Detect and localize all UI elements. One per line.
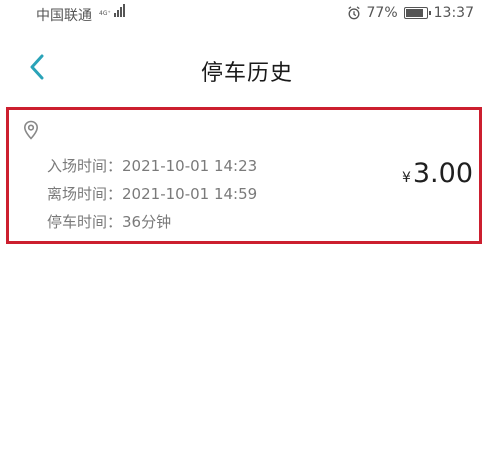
network-type-label: 4G⁺ <box>99 10 111 17</box>
exit-time-label: 离场时间： <box>47 185 123 203</box>
alarm-icon <box>347 6 360 20</box>
fee-amount: 3.00 <box>412 158 473 189</box>
exit-time-value: 2021-10-01 14:59 <box>122 185 258 203</box>
nav-header: 停车历史 <box>0 40 494 96</box>
status-bar: 中国联通 4G⁺ 77% 13:37 <box>0 0 494 28</box>
parking-record-card[interactable]: 入场时间：2021-10-01 14:23 离场时间：2021-10-01 14… <box>6 107 482 244</box>
currency-symbol: ¥ <box>401 170 411 186</box>
location-pin-icon <box>23 120 39 140</box>
carrier-name: 中国联通 <box>36 8 92 24</box>
battery-percent: 77% <box>366 5 398 21</box>
signal-icon: 4G⁺ <box>99 4 125 17</box>
page-title: 停车历史 <box>200 61 293 86</box>
exit-time-row: 离场时间：2021-10-01 14:59 <box>47 183 257 204</box>
duration-row: 停车时间：36分钟 <box>47 211 171 232</box>
status-time: 13:37 <box>433 5 474 21</box>
duration-value: 36分钟 <box>122 213 172 231</box>
entry-time-label: 入场时间： <box>47 157 123 175</box>
entry-time-value: 2021-10-01 14:23 <box>122 157 258 175</box>
battery-icon <box>403 7 431 19</box>
duration-label: 停车时间： <box>47 213 123 231</box>
parking-fee: ¥ 3.00 <box>402 158 473 189</box>
status-right: 77% 13:37 <box>347 5 474 21</box>
entry-time-row: 入场时间：2021-10-01 14:23 <box>47 155 257 176</box>
